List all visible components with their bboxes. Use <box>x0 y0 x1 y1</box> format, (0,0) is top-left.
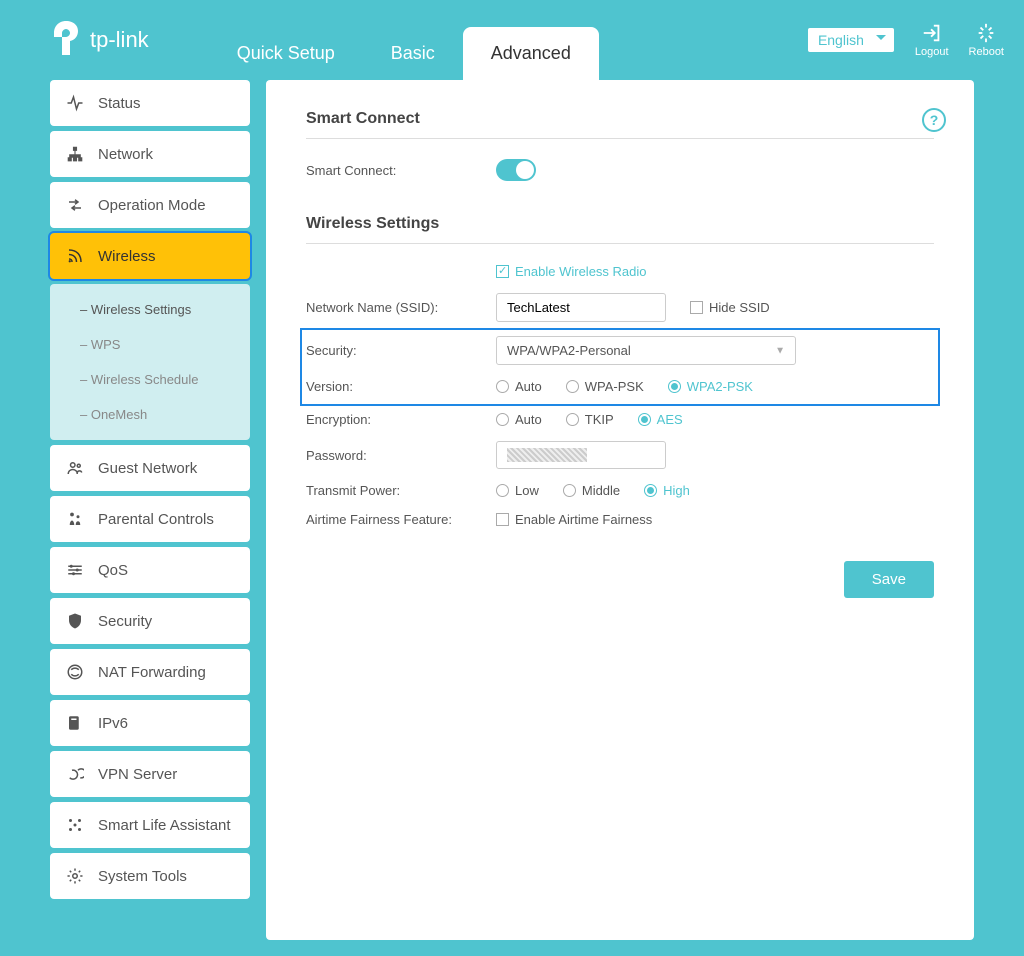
version-wpa-radio[interactable]: WPA-PSK <box>566 379 644 394</box>
status-icon <box>66 94 84 112</box>
wireless-icon <box>66 247 84 265</box>
parental-icon <box>66 510 84 528</box>
transmit-label: Transmit Power: <box>306 483 496 498</box>
brand-text: tp-link <box>90 27 149 53</box>
airtime-label: Airtime Fairness Feature: <box>306 512 496 527</box>
version-label: Version: <box>306 379 496 394</box>
vpn-icon <box>66 765 84 783</box>
encryption-auto-radio[interactable]: Auto <box>496 412 542 427</box>
sidebar-item-ipv6[interactable]: IPv6 <box>50 700 250 746</box>
transmit-mid-radio[interactable]: Middle <box>563 483 620 498</box>
smart-connect-title: Smart Connect <box>306 110 934 139</box>
operation-icon <box>66 196 84 214</box>
security-select[interactable]: WPA/WPA2-Personal <box>496 336 796 365</box>
sidebar-item-guest[interactable]: Guest Network <box>50 445 250 491</box>
smart-connect-label: Smart Connect: <box>306 163 496 178</box>
sidebar-item-smart[interactable]: Smart Life Assistant <box>50 802 250 848</box>
sidebar-item-network[interactable]: Network <box>50 131 250 177</box>
tab-basic[interactable]: Basic <box>363 27 463 80</box>
sidebar-item-wireless[interactable]: Wireless <box>50 233 250 279</box>
airtime-checkbox[interactable]: Enable Airtime Fairness <box>496 512 652 527</box>
security-highlight: Security: WPA/WPA2-Personal Version: Aut… <box>300 328 940 406</box>
encryption-aes-radio[interactable]: AES <box>638 412 683 427</box>
save-button[interactable]: Save <box>844 561 934 598</box>
transmit-low-radio[interactable]: Low <box>496 483 539 498</box>
sidebar-item-vpn[interactable]: VPN Server <box>50 751 250 797</box>
content-panel: ? Smart Connect Smart Connect: Wireless … <box>266 80 974 940</box>
password-input[interactable] <box>496 441 666 469</box>
encryption-label: Encryption: <box>306 412 496 427</box>
sidebar-item-qos[interactable]: QoS <box>50 547 250 593</box>
enable-wireless-checkbox[interactable]: Enable Wireless Radio <box>496 264 647 279</box>
ssid-input[interactable] <box>496 293 666 322</box>
network-icon <box>66 145 84 163</box>
encryption-tkip-radio[interactable]: TKIP <box>566 412 614 427</box>
subitem-wps[interactable]: WPS <box>50 327 250 362</box>
qos-icon <box>66 561 84 579</box>
ipv6-icon <box>66 714 84 732</box>
sidebar-item-operation[interactable]: Operation Mode <box>50 182 250 228</box>
version-wpa2-radio[interactable]: WPA2-PSK <box>668 379 753 394</box>
sidebar: Status Network Operation Mode Wireless W… <box>50 80 250 940</box>
password-label: Password: <box>306 448 496 463</box>
subitem-wireless-schedule[interactable]: Wireless Schedule <box>50 362 250 397</box>
transmit-high-radio[interactable]: High <box>644 483 690 498</box>
reboot-icon <box>975 22 997 44</box>
reboot-button[interactable]: Reboot <box>969 22 1004 58</box>
smart-icon <box>66 816 84 834</box>
gear-icon <box>66 867 84 885</box>
main-tabs: Quick Setup Basic Advanced <box>209 0 807 80</box>
wireless-submenu: Wireless Settings WPS Wireless Schedule … <box>50 284 250 440</box>
sidebar-item-security[interactable]: Security <box>50 598 250 644</box>
ssid-label: Network Name (SSID): <box>306 300 496 315</box>
tplink-icon <box>50 21 82 59</box>
sidebar-item-status[interactable]: Status <box>50 80 250 126</box>
shield-icon <box>66 612 84 630</box>
sidebar-item-parental[interactable]: Parental Controls <box>50 496 250 542</box>
subitem-wireless-settings[interactable]: Wireless Settings <box>50 292 250 327</box>
tab-quick-setup[interactable]: Quick Setup <box>209 27 363 80</box>
nat-icon <box>66 663 84 681</box>
sidebar-item-tools[interactable]: System Tools <box>50 853 250 899</box>
smart-connect-toggle[interactable] <box>496 159 536 181</box>
wireless-settings-title: Wireless Settings <box>306 215 934 244</box>
password-masked <box>507 448 587 462</box>
logout-button[interactable]: Logout <box>915 22 949 58</box>
guest-icon <box>66 459 84 477</box>
tab-advanced[interactable]: Advanced <box>463 27 599 80</box>
sidebar-item-nat[interactable]: NAT Forwarding <box>50 649 250 695</box>
hide-ssid-checkbox[interactable]: Hide SSID <box>690 300 770 315</box>
help-icon[interactable]: ? <box>922 108 946 132</box>
logout-icon <box>921 22 943 44</box>
version-auto-radio[interactable]: Auto <box>496 379 542 394</box>
security-label: Security: <box>306 343 496 358</box>
subitem-onemesh[interactable]: OneMesh <box>50 397 250 432</box>
brand-logo: tp-link <box>50 21 149 59</box>
language-select[interactable]: English <box>807 27 895 53</box>
